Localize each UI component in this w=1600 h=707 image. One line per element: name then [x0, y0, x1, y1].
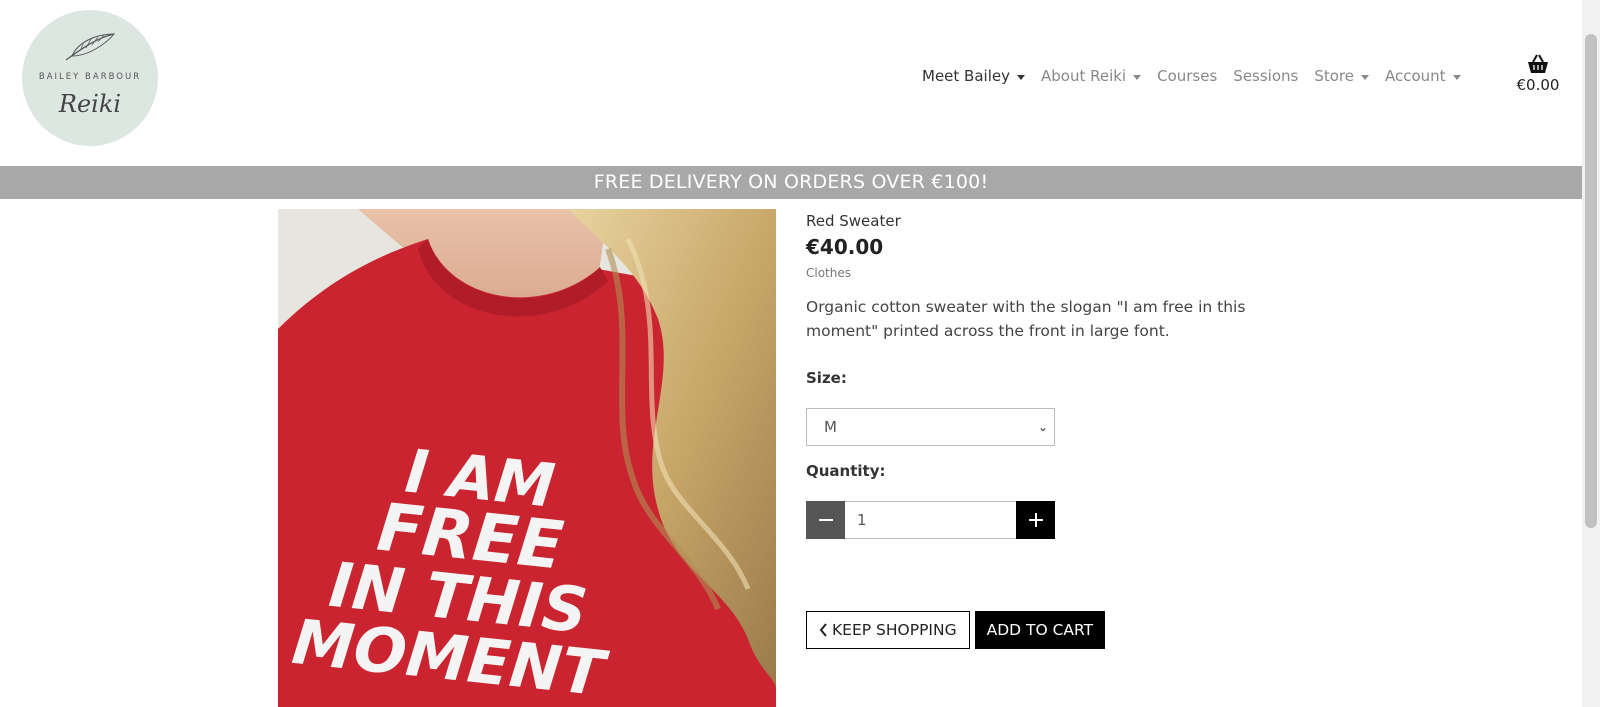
nav-label: About Reiki — [1040, 67, 1127, 85]
nav-about-reiki[interactable]: About Reiki — [1040, 67, 1142, 85]
caret-down-icon — [1361, 74, 1369, 80]
nav-sessions[interactable]: Sessions — [1233, 67, 1298, 85]
caret-down-icon — [1016, 74, 1025, 80]
size-selected-value: M — [824, 418, 837, 436]
nav-label: Courses — [1157, 67, 1218, 85]
quantity-label: Quantity: — [806, 462, 886, 480]
main-nav: Meet Bailey About Reiki Courses Sessions… — [922, 67, 1477, 85]
product-category[interactable]: Clothes — [806, 266, 1286, 280]
product-actions: KEEP SHOPPING ADD TO CART — [806, 611, 1106, 649]
chevron-down-icon: ⌄ — [1037, 420, 1048, 434]
decrement-button[interactable] — [806, 501, 845, 539]
plus-icon — [1028, 513, 1043, 527]
nav-label: Meet Bailey — [922, 67, 1010, 85]
increment-button[interactable] — [1016, 501, 1055, 539]
nav-store[interactable]: Store — [1314, 67, 1369, 85]
nav-meet-bailey[interactable]: Meet Bailey — [922, 67, 1025, 85]
page-scrollbar[interactable] — [1582, 0, 1600, 707]
site-header: BAILEY BARBOUR Reiki Meet Bailey About R… — [0, 0, 1582, 166]
logo-script: Reiki — [58, 90, 122, 118]
add-to-cart-label: ADD TO CART — [986, 621, 1094, 639]
site-logo[interactable]: BAILEY BARBOUR Reiki — [22, 10, 158, 146]
quantity-input[interactable]: 1 — [845, 501, 1016, 539]
nav-courses[interactable]: Courses — [1157, 67, 1217, 85]
product-name: Red Sweater — [806, 212, 901, 230]
product-details: Red Sweater €40.00 Clothes Organic cotto… — [806, 209, 1286, 649]
nav-label: Store — [1314, 67, 1354, 85]
keep-shopping-button[interactable]: KEEP SHOPPING — [806, 611, 970, 649]
free-delivery-banner: FREE DELIVERY ON ORDERS OVER €100! — [0, 166, 1582, 199]
add-to-cart-button[interactable]: ADD TO CART — [974, 611, 1106, 649]
nav-account[interactable]: Account — [1385, 67, 1461, 85]
size-select[interactable]: M ⌄ — [806, 408, 1055, 446]
nav-label: Sessions — [1233, 67, 1299, 85]
minus-icon — [818, 519, 833, 521]
nav-label: Account — [1385, 67, 1446, 85]
cart-link[interactable]: €0.00 — [1510, 54, 1566, 94]
logo-title: BAILEY BARBOUR — [38, 72, 142, 82]
scrollbar-thumb[interactable] — [1585, 34, 1597, 528]
keep-shopping-label: KEEP SHOPPING — [832, 621, 957, 639]
caret-down-icon — [1133, 74, 1142, 80]
basket-icon — [1528, 54, 1548, 73]
sweater-photo: I AM FREE IN THIS MOMENT — [278, 209, 776, 707]
cart-total: €0.00 — [1516, 76, 1560, 94]
caret-down-icon — [1452, 74, 1461, 80]
quantity-stepper: 1 — [806, 501, 1055, 539]
product-image: I AM FREE IN THIS MOMENT — [278, 209, 776, 707]
size-label: Size: — [806, 369, 847, 387]
product-description: Organic cotton sweater with the slogan "… — [806, 298, 1246, 340]
product-price: €40.00 — [806, 235, 884, 259]
feather-icon — [65, 33, 116, 61]
chevron-left-icon — [819, 623, 827, 637]
